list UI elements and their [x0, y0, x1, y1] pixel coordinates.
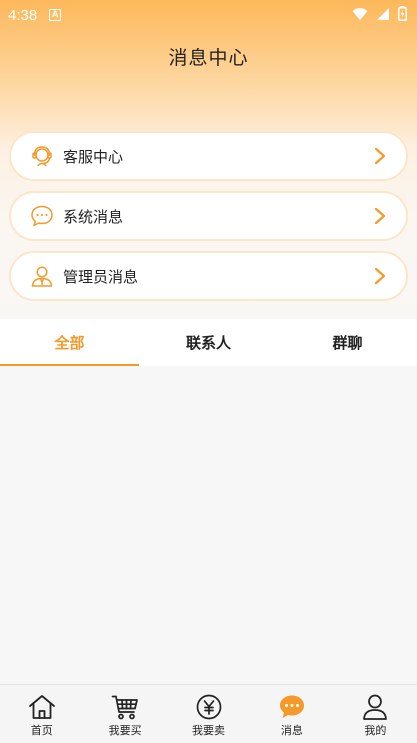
headset-icon	[30, 144, 54, 168]
chat-bubble-icon	[30, 204, 54, 228]
chevron-right-icon	[372, 267, 388, 285]
nav-item-home[interactable]: 首页	[0, 685, 83, 743]
bottom-nav: 首页 我要买 我要卖 消息 我的	[0, 684, 417, 743]
tab-all[interactable]: 全部	[0, 319, 139, 366]
nav-item-messages[interactable]: 消息	[250, 685, 333, 743]
menu-item-admin-messages[interactable]: 管理员消息	[9, 251, 408, 301]
status-time: 4:38	[8, 6, 38, 24]
chevron-right-icon	[372, 207, 388, 225]
battery-icon	[398, 5, 407, 25]
message-list-empty	[0, 366, 417, 684]
status-left: 4:38 A	[8, 6, 62, 24]
menu-item-label: 客服中心	[63, 147, 124, 166]
chevron-right-icon	[372, 147, 388, 165]
menu-item-label: 管理员消息	[63, 267, 139, 286]
nav-label: 我要买	[108, 724, 142, 737]
nav-item-buy[interactable]: 我要买	[83, 685, 166, 743]
yen-coin-icon	[195, 693, 223, 721]
nav-label: 我的	[364, 724, 387, 737]
admin-person-icon	[30, 264, 54, 288]
user-icon	[361, 693, 389, 721]
status-right	[352, 5, 407, 25]
wifi-icon	[352, 6, 368, 25]
status-bar: 4:38 A	[0, 0, 417, 30]
tab-contacts[interactable]: 联系人	[139, 319, 278, 366]
menu-item-system-messages[interactable]: 系统消息	[9, 191, 408, 241]
menu-item-label: 系统消息	[63, 207, 124, 226]
home-icon	[28, 693, 56, 721]
menu-item-customer-service[interactable]: 客服中心	[9, 131, 408, 181]
tab-group-chats[interactable]: 群聊	[278, 319, 417, 366]
notification-a-icon: A	[49, 9, 62, 21]
nav-label: 我要卖	[192, 724, 226, 737]
cart-icon	[111, 693, 139, 721]
message-icon	[278, 693, 306, 721]
nav-label: 消息	[280, 724, 303, 737]
page-title: 消息中心	[168, 47, 249, 69]
nav-item-sell[interactable]: 我要卖	[167, 685, 250, 743]
nav-label: 首页	[30, 724, 53, 737]
nav-item-mine[interactable]: 我的	[334, 685, 417, 743]
message-tabs: 全部 联系人 群聊	[0, 319, 417, 366]
signal-icon	[376, 6, 390, 25]
